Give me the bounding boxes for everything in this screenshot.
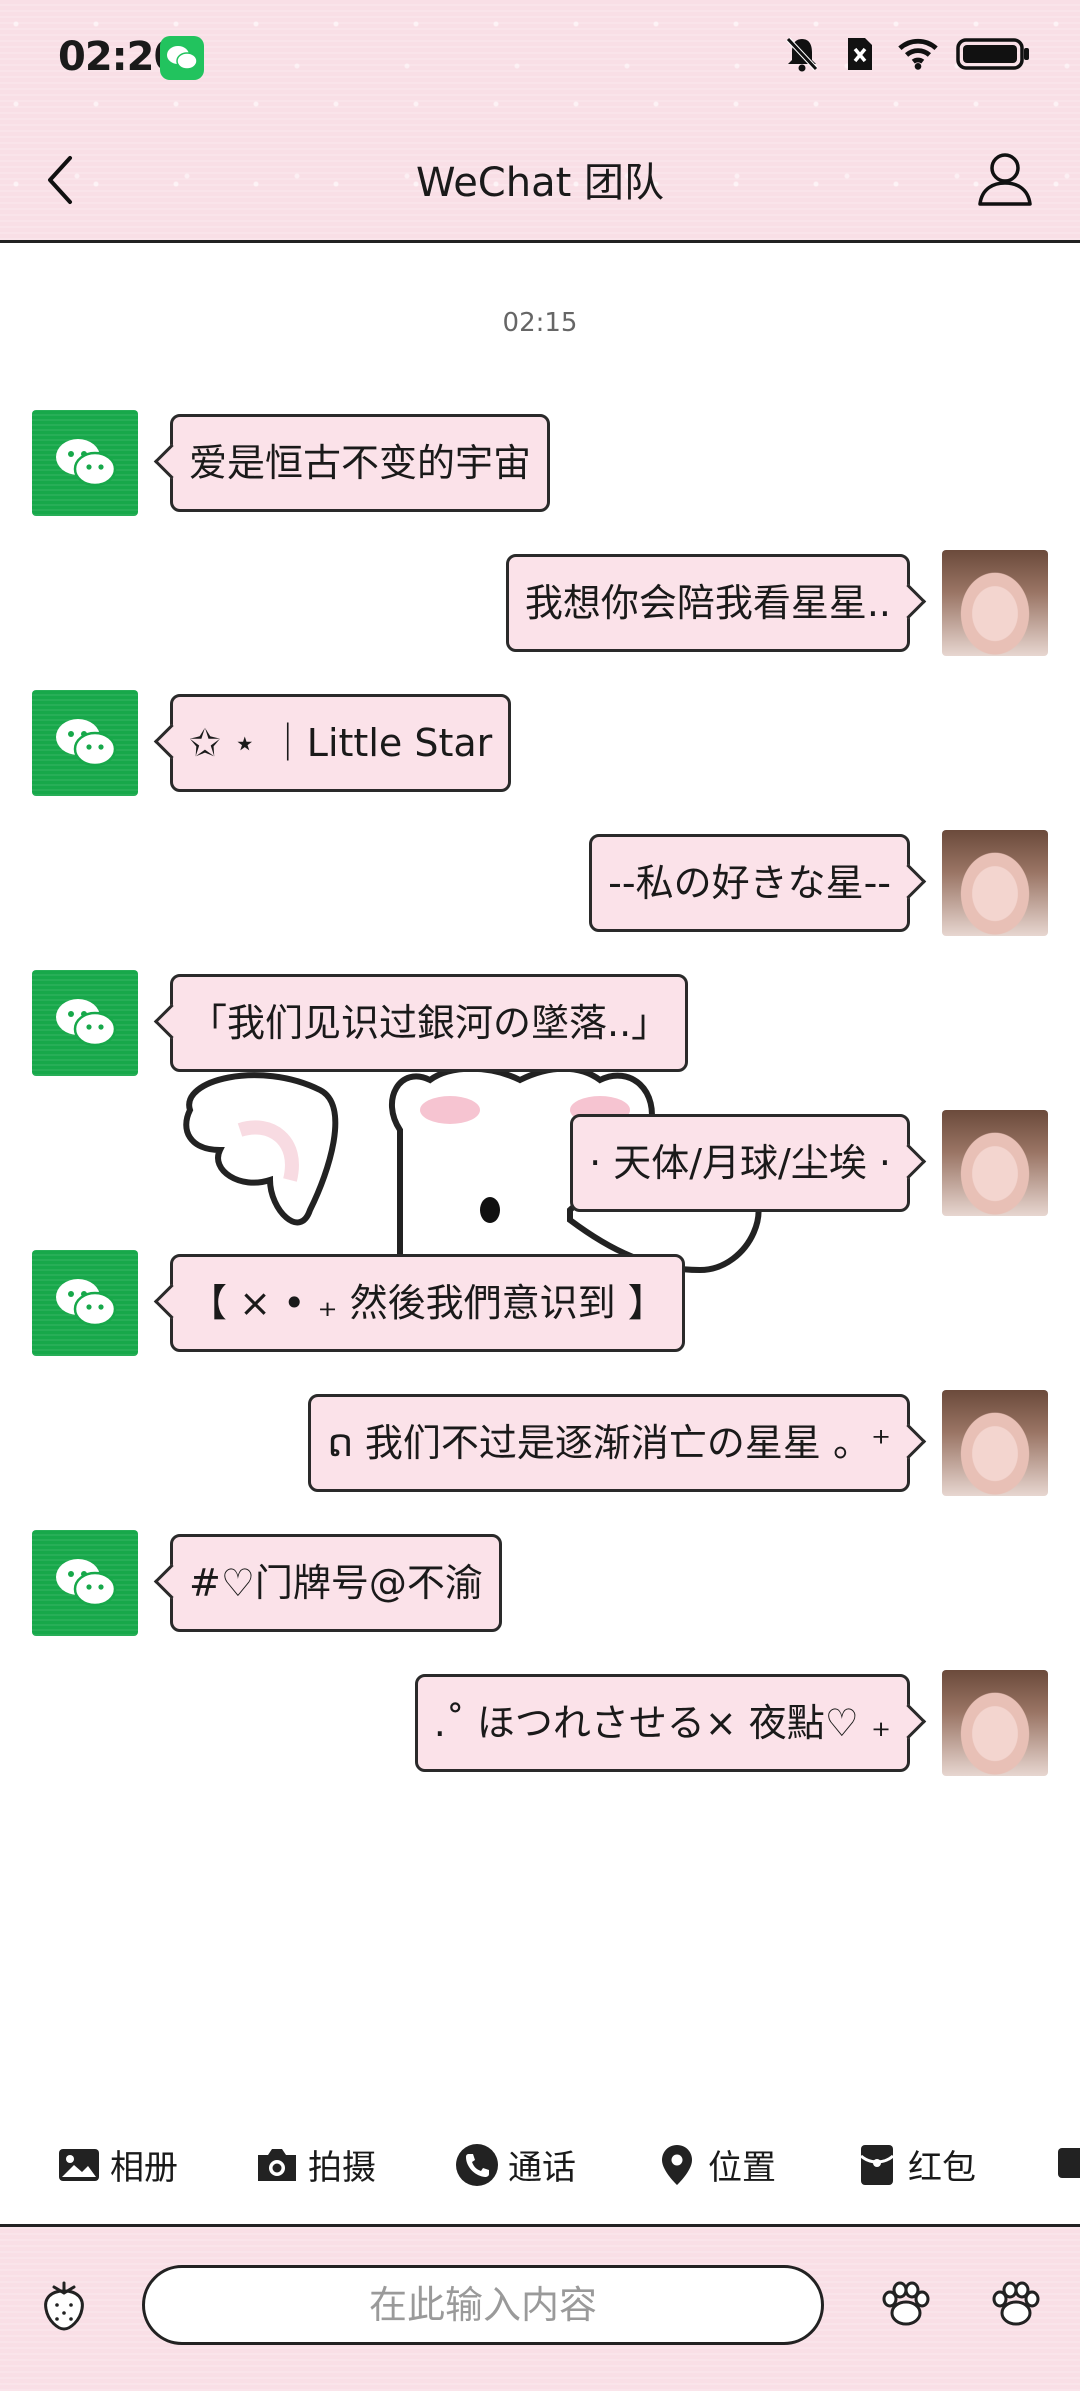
message-bubble-received[interactable]: 【 ⨯ • ₊ 然後我們意识到 】 [170,1254,685,1352]
wechat-notification-icon [160,36,204,80]
message-bubble-sent[interactable]: · 天体/月球/尘埃 · [570,1114,910,1212]
message-bubble-sent[interactable]: 我想你会陪我看星星.. [505,554,910,652]
toolbar-label: 通话 [508,2148,576,2188]
wechat-team-avatar[interactable] [32,970,138,1076]
message-bubble-sent[interactable]: ດ 我们不过是逐渐消亡の星星 。⁺ [308,1394,910,1492]
wifi-icon [898,34,938,74]
message-bubble-received[interactable]: ✩ ⋆ ｜Little Star [170,694,512,792]
toolbar-location-button[interactable]: 位置 [654,2140,776,2189]
mute-bell-icon [782,34,822,74]
user-avatar[interactable] [942,1390,1048,1496]
user-avatar[interactable] [942,1670,1048,1776]
toolbar-label: 红包 [908,2148,976,2188]
user-avatar[interactable] [942,550,1048,656]
photo-album-icon [59,2148,99,2181]
message-bubble-received[interactable]: 「我们见识过銀河の墜落..」 [170,974,689,1072]
wechat-team-avatar[interactable] [32,1250,138,1356]
chat-toolbar: 相册 拍摄 通话 位置 红包 [0,2132,1080,2212]
red-packet-icon [860,2144,894,2185]
user-avatar[interactable] [942,1110,1048,1216]
phone-icon [456,2143,498,2186]
wechat-team-avatar[interactable] [32,1530,138,1636]
user-avatar[interactable] [942,830,1048,936]
toolbar-red-packet-button[interactable]: 红包 [854,2140,976,2189]
toolbar-camera-button[interactable]: 拍摄 [254,2140,376,2189]
battery-icon [956,34,1032,74]
paw-emoji-icon[interactable] [880,2281,932,2329]
wechat-team-avatar[interactable] [32,410,138,516]
contact-info-button[interactable] [974,150,1036,208]
toolbar-more-button[interactable] [1054,2140,1080,2186]
paw-more-icon[interactable] [990,2281,1042,2329]
toolbar-album-button[interactable]: 相册 [56,2140,178,2189]
wechat-team-avatar[interactable] [32,690,138,796]
toolbar-label: 拍摄 [308,2148,376,2188]
message-bubble-received[interactable]: #♡门牌号@不渝 [170,1534,502,1632]
message-bubble-sent[interactable]: --私の好きな星-- [589,834,910,932]
no-sim-icon [840,34,880,74]
strawberry-icon[interactable] [40,2279,88,2331]
message-bubble-received[interactable]: 爱是恒古不变的宇宙 [170,414,551,512]
location-pin-icon [662,2144,692,2185]
camera-icon [258,2148,296,2181]
chat-title: WeChat 团队 [415,160,664,206]
toolbar-label: 相册 [110,2148,178,2188]
message-input-bar: 在此输入内容 [0,2224,1080,2391]
toolbar-call-button[interactable]: 通话 [454,2140,576,2189]
toolbar-label: 位置 [708,2148,776,2188]
folder-icon [1058,2148,1080,2178]
navigation-header: 02:20 WeChat 团队 [0,0,1080,243]
message-input[interactable]: 在此输入内容 [142,2265,824,2345]
message-timestamp: 02:15 [502,308,578,338]
message-bubble-sent[interactable]: .˚ ほつれさせる× 夜點♡ ₊ [414,1674,910,1772]
